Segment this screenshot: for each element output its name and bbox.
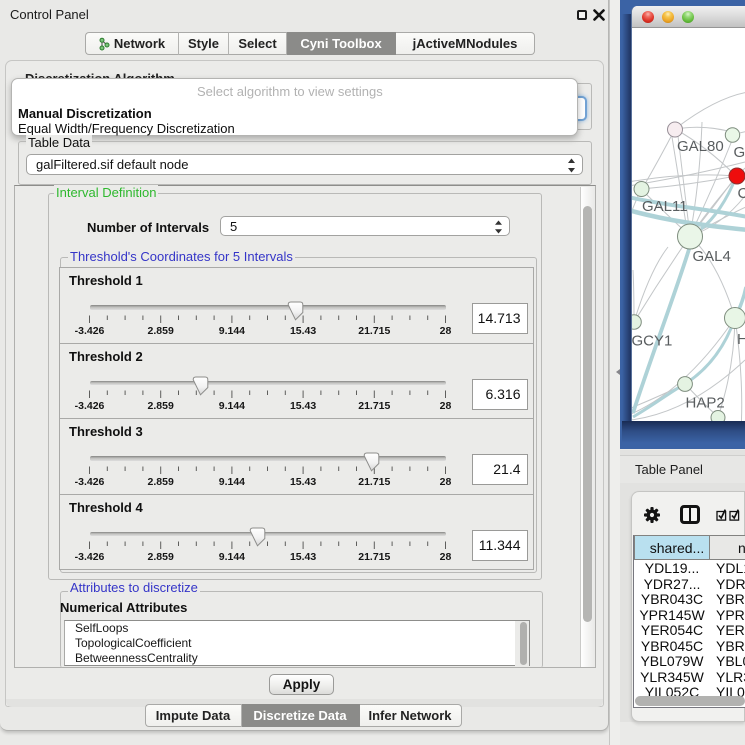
svg-text:HAP2: HAP2 bbox=[686, 395, 725, 412]
svg-text:H: H bbox=[737, 331, 745, 348]
svg-text:GCY1: GCY1 bbox=[632, 333, 672, 350]
svg-text:C: C bbox=[738, 185, 745, 202]
svg-text:GAL11: GAL11 bbox=[642, 198, 688, 215]
svg-text:GAL80: GAL80 bbox=[677, 138, 724, 155]
svg-text:G.: G. bbox=[734, 144, 745, 161]
svg-text:GAL4: GAL4 bbox=[693, 248, 731, 265]
